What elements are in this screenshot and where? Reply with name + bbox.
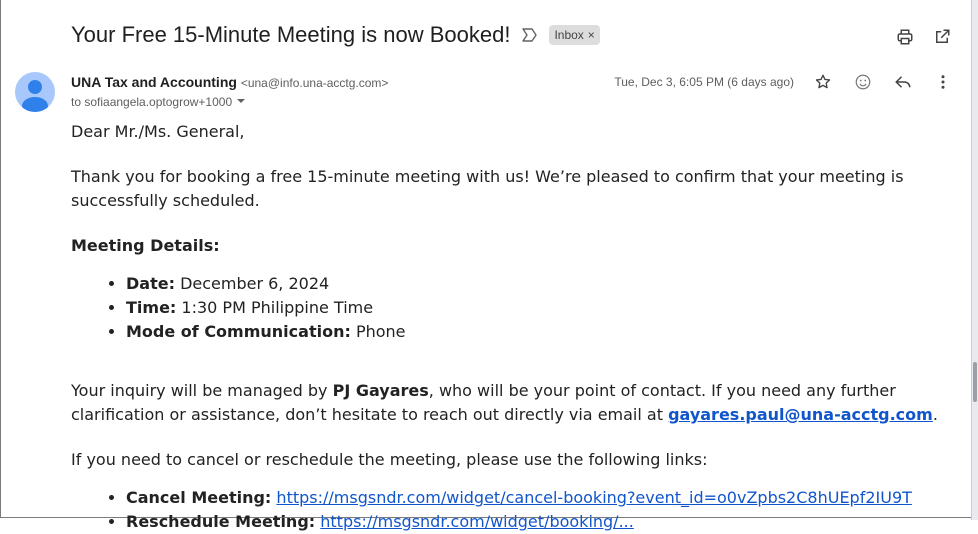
contact-email-link[interactable]: gayares.paul@una-acctg.com [668, 405, 933, 424]
detail-mode: Mode of Communication: Phone [126, 320, 406, 344]
cancel-intro: If you need to cancel or reschedule the … [71, 450, 708, 469]
more-vert-icon[interactable] [933, 72, 953, 92]
sender-line: UNA Tax and Accounting <una@info.una-acc… [71, 74, 388, 90]
open-in-new-window-icon[interactable] [932, 27, 952, 47]
contact-paragraph: Your inquiry will be managed by PJ Gayar… [71, 379, 941, 427]
contact-end: . [932, 405, 938, 424]
booking-links-list: Cancel Meeting: https://msgsndr.com/widg… [71, 486, 912, 534]
sender-email: <una@info.una-acctg.com> [240, 76, 389, 90]
subject-row: Your Free 15-Minute Meeting is now Booke… [71, 22, 600, 48]
meeting-details-list: Date: December 6, 2024 Time: 1:30 PM Phi… [71, 272, 406, 344]
detail-value: Phone [350, 322, 406, 341]
remove-label-icon[interactable]: × [588, 28, 595, 42]
message-actions [813, 72, 953, 92]
scrollbar[interactable] [971, 0, 978, 520]
reschedule-link-item: Reschedule Meeting: https://msgsndr.com/… [126, 510, 912, 534]
link-label: Cancel Meeting: [126, 488, 272, 507]
cancel-link-item: Cancel Meeting: https://msgsndr.com/widg… [126, 486, 912, 510]
contact-pre: Your inquiry will be managed by [71, 381, 333, 400]
detail-value: December 6, 2024 [174, 274, 330, 293]
default-avatar-icon [22, 80, 48, 112]
intro-paragraph: Thank you for booking a free 15-minute m… [71, 167, 904, 210]
chevron-down-icon[interactable] [236, 95, 246, 109]
print-icon[interactable] [895, 27, 915, 47]
inbox-label-chip[interactable]: Inbox × [549, 25, 600, 45]
sender-name[interactable]: UNA Tax and Accounting [71, 74, 237, 90]
cancel-meeting-link[interactable]: https://msgsndr.com/widget/cancel-bookin… [276, 488, 911, 507]
star-icon[interactable] [813, 72, 833, 92]
reply-icon[interactable] [893, 72, 913, 92]
detail-label: Time: [126, 298, 177, 317]
contact-name: PJ Gayares [332, 381, 429, 400]
detail-time: Time: 1:30 PM Philippine Time [126, 296, 406, 320]
inbox-label-text: Inbox [554, 28, 584, 42]
link-label: Reschedule Meeting: [126, 512, 316, 531]
detail-value: 1:30 PM Philippine Time [176, 298, 374, 317]
email-subject: Your Free 15-Minute Meeting is now Booke… [71, 22, 511, 47]
reschedule-meeting-link[interactable]: https://msgsndr.com/widget/booking/... [320, 512, 634, 531]
emoji-reaction-icon[interactable] [853, 72, 873, 92]
email-date: Tue, Dec 3, 6:05 PM (6 days ago) [614, 75, 794, 89]
scrollbar-thumb[interactable] [973, 362, 977, 402]
importance-marker-icon[interactable] [522, 26, 540, 44]
avatar[interactable] [15, 72, 55, 112]
detail-label: Date: [126, 274, 175, 293]
recipient-line: to sofiaangela.optogrow+1000 [71, 95, 246, 109]
details-heading: Meeting Details: [71, 236, 220, 255]
detail-date: Date: December 6, 2024 [126, 272, 406, 296]
detail-label: Mode of Communication: [126, 322, 351, 341]
recipient-text: to sofiaangela.optogrow+1000 [71, 95, 233, 109]
greeting: Dear Mr./Ms. General, [71, 122, 245, 141]
subject-actions [895, 27, 952, 47]
